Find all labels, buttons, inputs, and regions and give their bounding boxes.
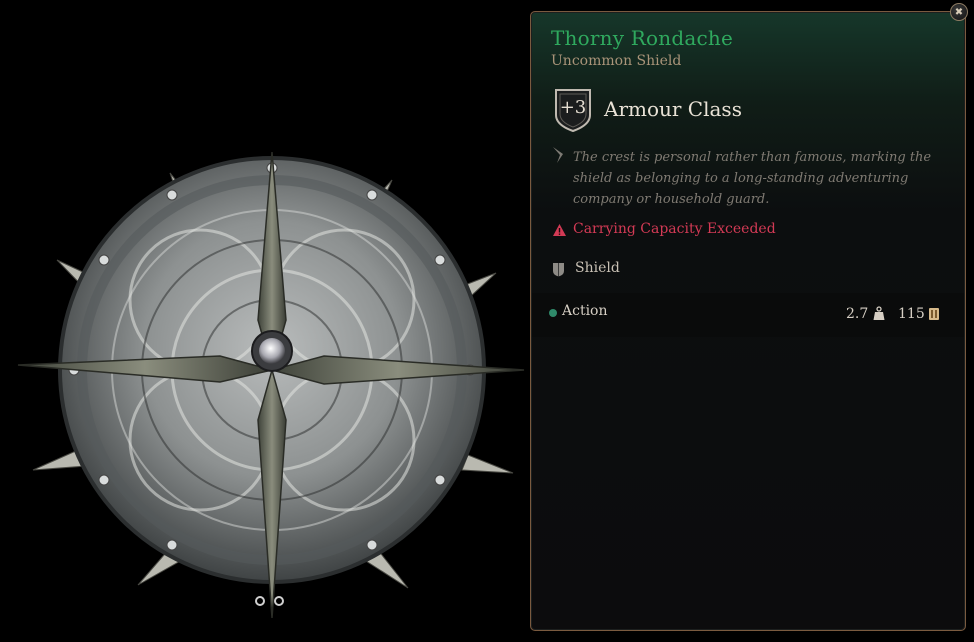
game-screen: Thorny Rondache Uncommon Shield +3 Armou… [0,0,974,642]
item-rarity: Uncommon Shield [551,53,682,69]
warning-triangle-icon [553,224,566,236]
armour-class-label: Armour Class [604,97,742,121]
action-label: Action [562,303,608,319]
carrying-capacity-warning: Carrying Capacity Exceeded [573,221,776,237]
item-price: 115 [898,306,925,322]
shield-icon [553,263,564,277]
weight-icon [873,306,885,320]
armour-class-value: +3 [559,97,587,118]
quill-icon [553,147,563,163]
gold-icon [929,308,939,320]
item-type: Shield [575,260,620,276]
item-name: Thorny Rondache [551,26,733,50]
item-tooltip: Thorny Rondache Uncommon Shield +3 Armou… [530,11,966,631]
item-description: The crest is personal rather than famous… [573,150,932,207]
item-weight: 2.7 [846,306,869,322]
close-icon: ✖ [954,7,964,18]
shield-item-image [17,151,525,619]
action-dot-icon [549,309,557,317]
close-button[interactable]: ✖ [950,3,968,21]
